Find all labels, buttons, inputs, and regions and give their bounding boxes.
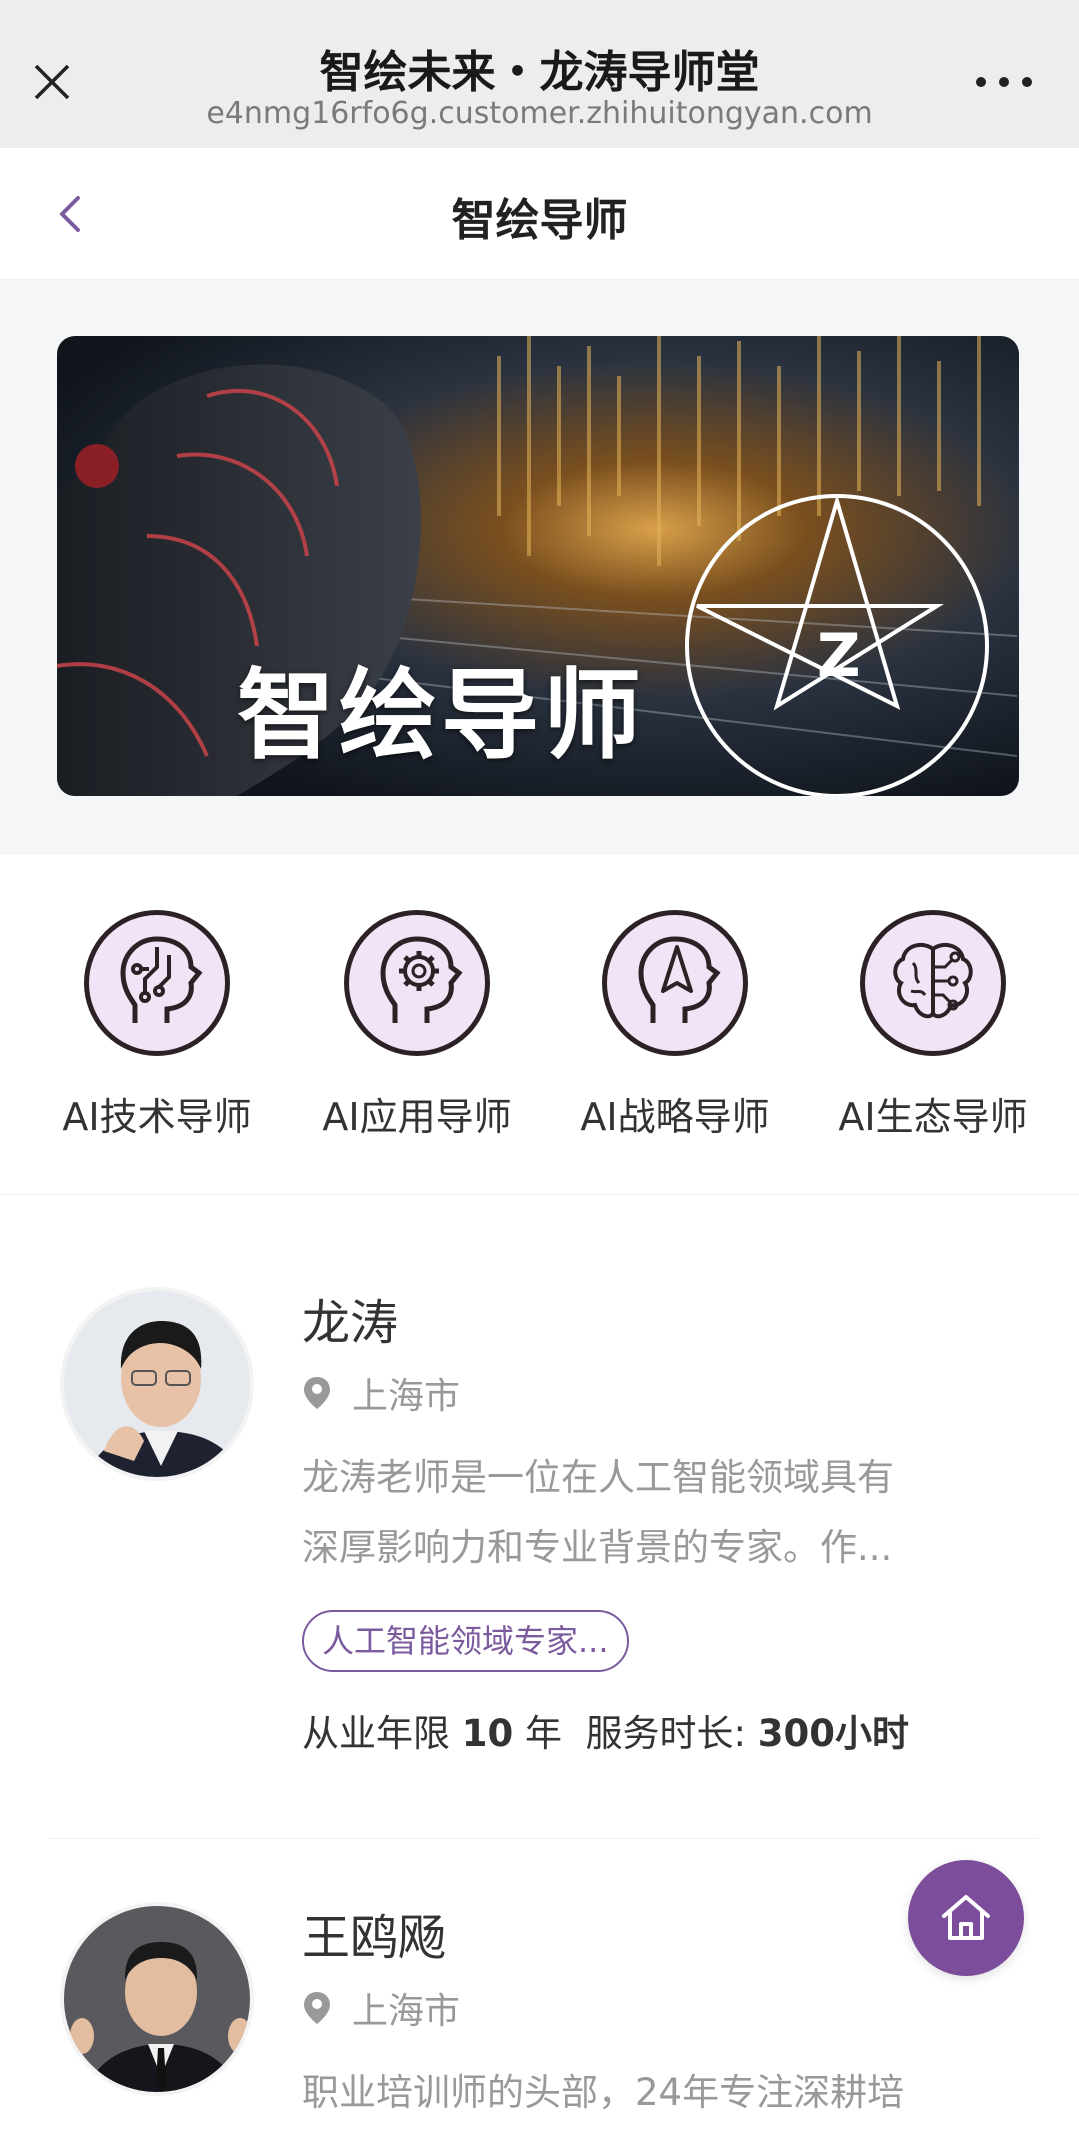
category-ai-strategy[interactable]: AI战略导师 xyxy=(560,910,790,1150)
mentor-description: 职业培训师的头部，24年专注深耕培 xyxy=(302,2058,1002,2128)
browser-bar: 智绘未来・龙涛导师堂 e4nmg16rfo6g.customer.zhihuit… xyxy=(0,0,1079,148)
home-button[interactable] xyxy=(908,1860,1024,1976)
category-ai-app[interactable]: AI应用导师 xyxy=(302,910,532,1150)
location-text: 上海市 xyxy=(352,1991,461,2032)
mentor-location: 上海市 xyxy=(302,1982,460,2034)
mentor-card[interactable]: 王鸥飏 上海市 职业培训师的头部，24年专注深耕培 xyxy=(0,1840,1079,2134)
divider xyxy=(48,1838,1038,1839)
mentor-name: 王鸥飏 xyxy=(302,1910,447,1966)
category-label: AI技术导师 xyxy=(62,1095,252,1139)
mentor-description: 龙涛老师是一位在人工智能领域具有 深厚影响力和专业背景的专家。作... xyxy=(302,1443,1002,1583)
mentor-stats: 从业年限 10 年 服务时长: 300小时 xyxy=(302,1703,909,1757)
browser-title: 智绘未来・龙涛导师堂 xyxy=(319,47,760,98)
service-label: 服务时长: xyxy=(585,1712,747,1755)
category-ai-tech[interactable]: AI技术导师 xyxy=(42,910,272,1150)
mentor-name: 龙涛 xyxy=(302,1295,399,1351)
more-menu-icon[interactable] xyxy=(976,62,1032,102)
category-label: AI生态导师 xyxy=(838,1095,1028,1139)
svg-text:Z: Z xyxy=(817,621,861,691)
circuit-head-icon xyxy=(84,910,230,1056)
years-value: 10 xyxy=(461,1712,514,1755)
avatar xyxy=(60,1902,254,2096)
location-pin-icon xyxy=(304,1992,330,2024)
banner-section: Z 智绘导师 xyxy=(0,280,1079,855)
banner-image[interactable]: Z 智绘导师 xyxy=(57,336,1019,796)
description-line: 龙涛老师是一位在人工智能领域具有 xyxy=(302,1456,894,1499)
page-title: 智绘导师 xyxy=(451,195,628,246)
mentor-card[interactable]: 龙涛 上海市 龙涛老师是一位在人工智能领域具有 深厚影响力和专业背景的专家。作.… xyxy=(0,1195,1079,1835)
category-row: AI技术导师 AI应用导师 AI战略导师 AI生态导师 xyxy=(0,855,1079,1195)
home-icon xyxy=(942,1895,990,1940)
category-label: AI应用导师 xyxy=(322,1095,512,1139)
banner-title: 智绘导师 xyxy=(237,659,646,773)
mentor-location: 上海市 xyxy=(302,1367,460,1419)
category-ai-ecosystem[interactable]: AI生态导师 xyxy=(818,910,1048,1150)
years-unit: 年 xyxy=(525,1712,563,1755)
location-text: 上海市 xyxy=(352,1376,461,1417)
page-header: 智绘导师 xyxy=(0,148,1079,280)
brain-network-icon xyxy=(860,910,1006,1056)
service-value: 300小时 xyxy=(757,1712,910,1755)
browser-url: e4nmg16rfo6g.customer.zhihuitongyan.com xyxy=(206,96,873,131)
location-pin-icon xyxy=(304,1377,330,1409)
avatar xyxy=(60,1287,254,1481)
years-label: 从业年限 xyxy=(302,1712,450,1755)
gear-head-icon xyxy=(344,910,490,1056)
category-label: AI战略导师 xyxy=(580,1095,770,1139)
description-line: 职业培训师的头部，24年专注深耕培 xyxy=(302,2071,905,2114)
description-line: 深厚影响力和专业背景的专家。作... xyxy=(302,1526,893,1569)
expertise-tag: 人工智能领域专家... xyxy=(302,1610,629,1672)
compass-head-icon xyxy=(602,910,748,1056)
